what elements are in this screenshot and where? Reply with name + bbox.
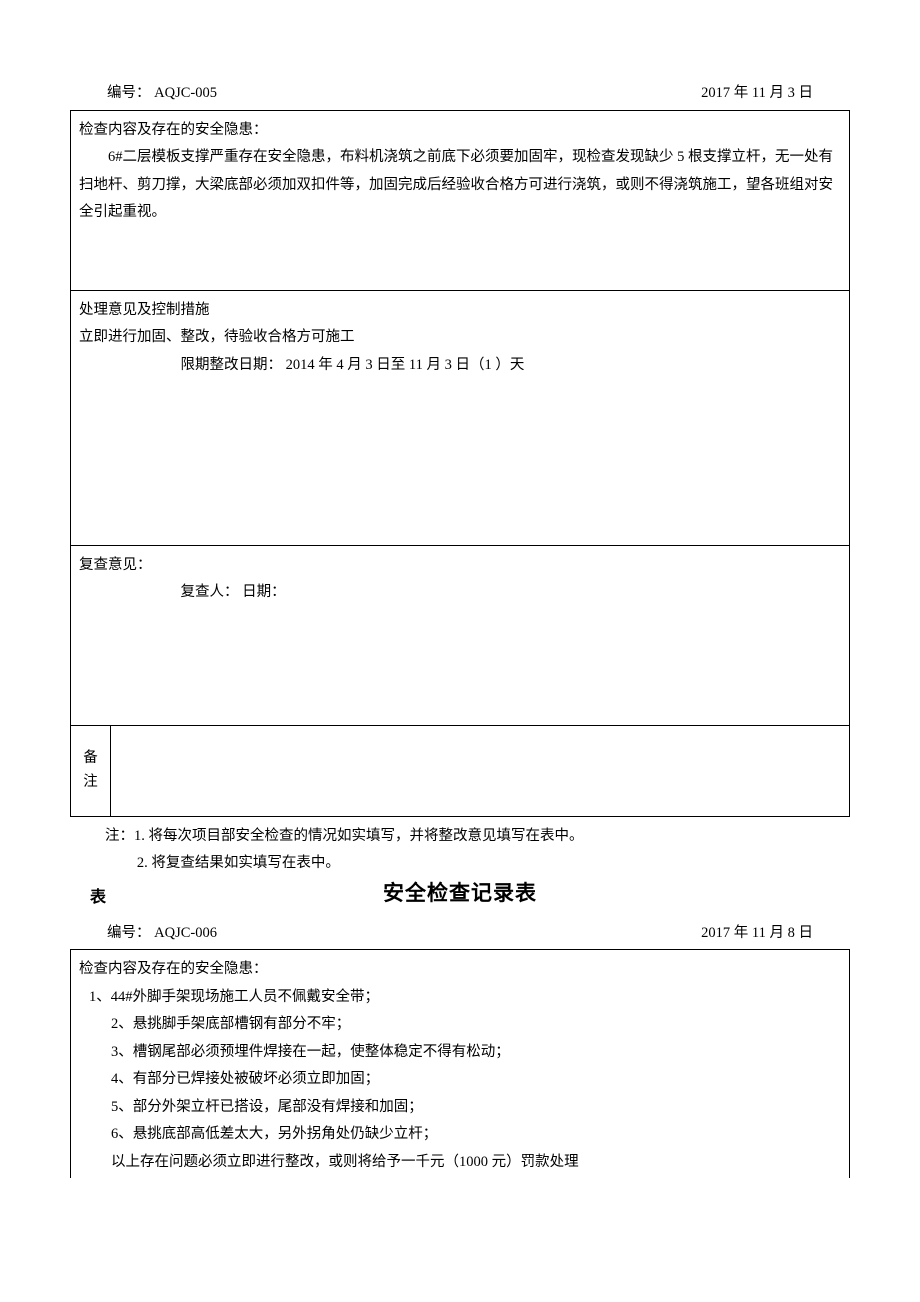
notes-label-1: 备: [83, 747, 98, 770]
form1-notes-row: 备 注: [71, 726, 849, 816]
form2-date: 2017 年 11 月 8 日: [701, 920, 848, 948]
form1-body: 检查内容及存在的安全隐患： 6#二层模板支撑严重存在安全隐患，布料机浇筑之前底下…: [70, 111, 850, 817]
review-line: 复查人： 日期：: [79, 579, 841, 607]
review-title: 复查意见：: [79, 552, 841, 580]
inspection-item-3: 3、槽钢尾部必须预埋件焊接在一起，使整体稳定不得有松动；: [79, 1039, 841, 1067]
inspection-item-4: 4、有部分已焊接处被破坏必须立即加固；: [79, 1066, 841, 1094]
num-value: AQJC-006: [154, 925, 217, 941]
title-center: 安全检查记录表: [130, 874, 790, 914]
notes-label: 备 注: [71, 726, 111, 816]
form1-inspection: 检查内容及存在的安全隐患： 6#二层模板支撑严重存在安全隐患，布料机浇筑之前底下…: [71, 111, 849, 291]
inspection-item-2: 2、悬挑脚手架底部槽钢有部分不牢；: [79, 1011, 841, 1039]
inspection-item-6: 6、悬挑底部高低差太大，另外拐角处仍缺少立杆；: [79, 1121, 841, 1149]
opinion-deadline: 限期整改日期： 2014 年 4 月 3 日至 11 月 3 日（1 ）天: [79, 352, 841, 380]
notes-body: [111, 726, 849, 816]
opinion-line1: 立即进行加固、整改，待验收合格方可施工: [79, 324, 841, 352]
num-label: 编号：: [107, 85, 151, 101]
inspection-title: 检查内容及存在的安全隐患：: [79, 117, 841, 145]
opinion-title: 处理意见及控制措施: [79, 297, 841, 325]
inspection-body: 6#二层模板支撑严重存在安全隐患，布料机浇筑之前底下必须要加固牢，现检查发现缺少…: [79, 144, 841, 227]
inspection-item-1: 1、44#外脚手架现场施工人员不佩戴安全带；: [79, 984, 841, 1012]
inspection-footer: 以上存在问题必须立即进行整改，或则将给予一千元（1000 元）罚款处理: [79, 1149, 841, 1177]
form2-body: 检查内容及存在的安全隐患： 1、44#外脚手架现场施工人员不佩戴安全带； 2、悬…: [70, 950, 850, 1178]
form1-header: 编号： AQJC-005 2017 年 11 月 3 日: [70, 80, 850, 111]
form1-review: 复查意见： 复查人： 日期：: [71, 546, 849, 726]
num-label: 编号：: [107, 925, 151, 941]
footnotes: 注：1. 将每次项目部安全检查的情况如实填写，并将整改意见填写在表中。 2. 将…: [70, 817, 850, 878]
footnote-1: 注：1. 将每次项目部安全检查的情况如实填写，并将整改意见填写在表中。: [105, 823, 820, 851]
notes-label-2: 注: [83, 771, 98, 794]
form2-header: 编号： AQJC-006 2017 年 11 月 8 日: [70, 920, 850, 951]
inspection-item-5: 5、部分外架立杆已搭设，尾部没有焊接和加固；: [79, 1094, 841, 1122]
form2-inspection: 检查内容及存在的安全隐患： 1、44#外脚手架现场施工人员不佩戴安全带； 2、悬…: [71, 950, 849, 1178]
form1-opinion: 处理意见及控制措施 立即进行加固、整改，待验收合格方可施工 限期整改日期： 20…: [71, 291, 849, 546]
form2-number: 编号： AQJC-006: [72, 920, 217, 948]
form1-date: 2017 年 11 月 3 日: [701, 80, 848, 108]
title-left: 表: [70, 883, 130, 913]
inspection-title: 检查内容及存在的安全隐患：: [79, 956, 841, 984]
title-row: 表 安全检查记录表: [70, 874, 850, 914]
form1-number: 编号： AQJC-005: [72, 80, 217, 108]
num-value: AQJC-005: [154, 85, 217, 101]
